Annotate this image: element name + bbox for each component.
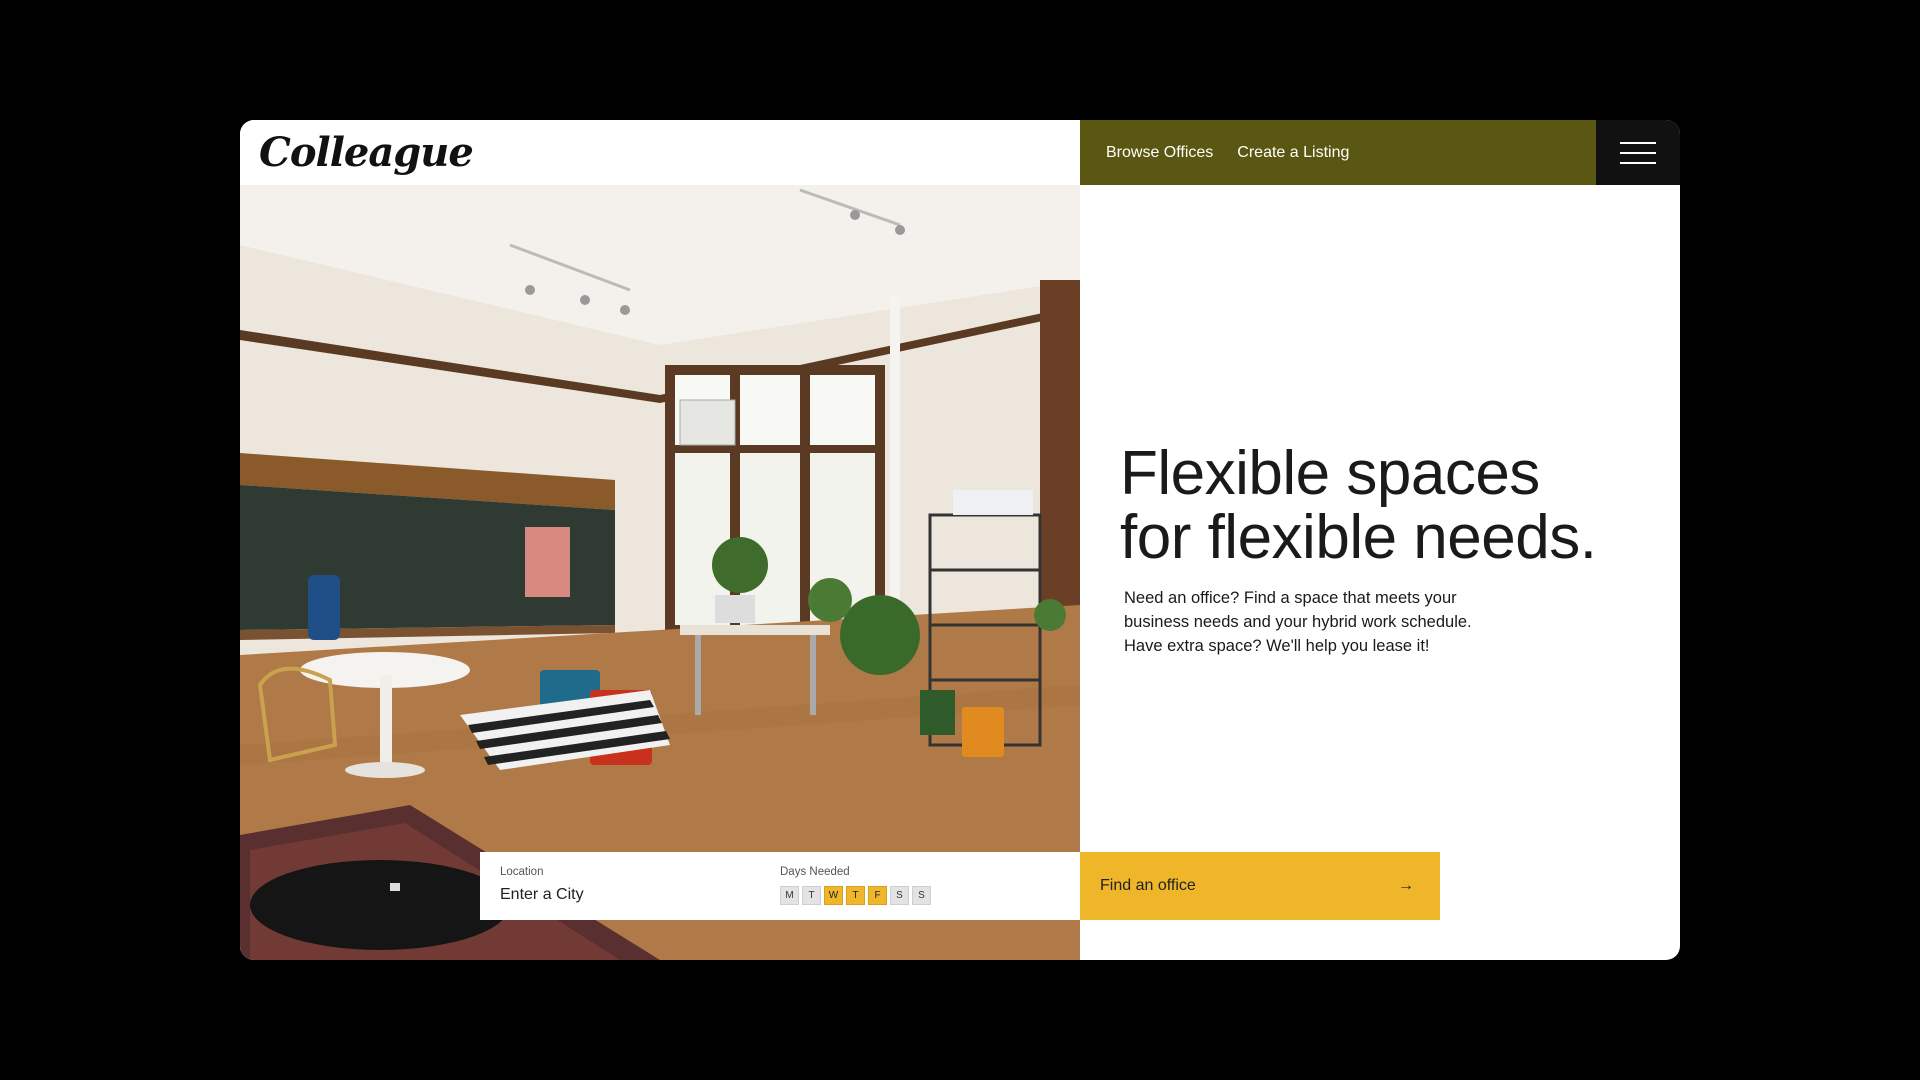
headline-line-1: Flexible spaces <box>1120 439 1540 508</box>
menu-button[interactable] <box>1596 120 1680 185</box>
location-label: Location <box>500 866 544 878</box>
day-toggle-wed[interactable]: W <box>824 886 843 905</box>
find-office-button[interactable]: Find an office → <box>1080 852 1440 920</box>
nav-create-listing[interactable]: Create a Listing <box>1237 144 1349 162</box>
day-toggle-mon[interactable]: M <box>780 886 799 905</box>
day-toggle-fri[interactable]: F <box>868 886 887 905</box>
search-bar: Location Days Needed M T W T F S S <box>480 852 1080 920</box>
days-selector: M T W T F S S <box>780 886 931 905</box>
find-office-label: Find an office <box>1100 877 1196 894</box>
header-brand-area: Colleague <box>240 120 1080 185</box>
nav-browse-offices[interactable]: Browse Offices <box>1106 144 1213 162</box>
hero-headline: Flexible spaces for flexible needs. <box>1120 442 1660 570</box>
logo[interactable]: Colleague <box>259 129 474 176</box>
days-needed-label: Days Needed <box>780 866 850 878</box>
arrow-right-icon: → <box>1398 877 1414 894</box>
day-toggle-tue[interactable]: T <box>802 886 821 905</box>
top-nav: Browse Offices Create a Listing <box>1080 120 1596 185</box>
location-input[interactable] <box>500 886 740 904</box>
description-line-3: Have extra space? We'll help you lease i… <box>1124 637 1430 655</box>
description-line-1: Need an office? Find a space that meets … <box>1124 589 1457 607</box>
hamburger-icon <box>1620 141 1656 164</box>
day-toggle-thu[interactable]: T <box>846 886 865 905</box>
description-line-2: business needs and your hybrid work sche… <box>1124 613 1472 631</box>
headline-line-2: for flexible needs. <box>1120 503 1597 572</box>
hero-image <box>240 185 1080 960</box>
page-frame: Colleague Browse Offices Create a Listin… <box>240 120 1680 960</box>
day-toggle-sun[interactable]: S <box>912 886 931 905</box>
office-photo <box>240 185 1080 960</box>
hero-description: Need an office? Find a space that meets … <box>1124 586 1544 658</box>
day-toggle-sat[interactable]: S <box>890 886 909 905</box>
